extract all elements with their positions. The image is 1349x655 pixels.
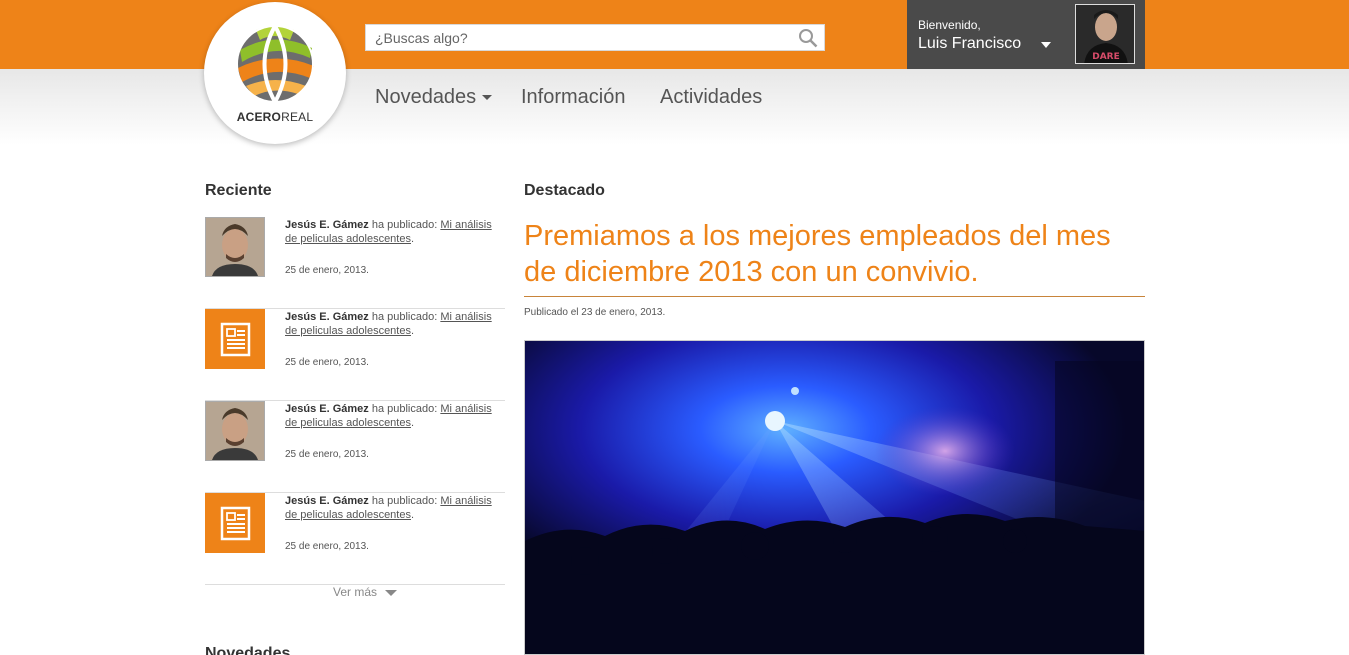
feed-item: Jesús E. Gámez ha publicado: Mi análisis…: [205, 309, 505, 401]
logo-wordmark: ACEROREAL: [204, 110, 346, 124]
globe-logo-icon: [236, 25, 314, 103]
feed-author[interactable]: Jesús E. Gámez: [285, 219, 369, 231]
news-section-title: Novedades: [205, 645, 291, 655]
recent-title: Reciente: [205, 182, 272, 199]
document-icon: [220, 322, 251, 357]
feed-action: ha publicado:: [368, 495, 441, 507]
site-logo[interactable]: ACEROREAL: [204, 2, 346, 144]
see-more-button[interactable]: Ver más: [333, 585, 398, 599]
feed-date: 25 de enero, 2013.: [285, 541, 369, 552]
feed-action: ha publicado:: [368, 219, 441, 231]
welcome-label: Bienvenido,: [918, 18, 981, 32]
featured-headline[interactable]: Premiamos a los mejores empleados del me…: [524, 218, 1144, 290]
search-box: [365, 24, 825, 51]
document-icon: [220, 506, 251, 541]
document-thumb[interactable]: [205, 309, 265, 369]
user-menu[interactable]: Bienvenido, Luis Francisco DARE: [907, 0, 1145, 69]
author-avatar[interactable]: [205, 217, 265, 277]
feed-date: 25 de enero, 2013.: [285, 265, 369, 276]
search-icon[interactable]: [798, 28, 818, 53]
nav-informacion[interactable]: Información: [521, 86, 626, 109]
feed-date: 25 de enero, 2013.: [285, 449, 369, 460]
username[interactable]: Luis Francisco: [918, 35, 1021, 53]
nav-novedades-label: Novedades: [375, 86, 477, 108]
nav-novedades[interactable]: Novedades: [375, 86, 493, 109]
feed-item: Jesús E. Gámez ha publicado: Mi análisis…: [205, 217, 505, 309]
feed-author[interactable]: Jesús E. Gámez: [285, 403, 369, 415]
featured-image[interactable]: [524, 340, 1145, 655]
feed-author[interactable]: Jesús E. Gámez: [285, 311, 369, 323]
feed-action: ha publicado:: [368, 311, 441, 323]
feed-item: Jesús E. Gámez ha publicado: Mi análisis…: [205, 401, 505, 493]
feed-text: Jesús E. Gámez ha publicado: Mi análisis…: [285, 311, 492, 337]
feed-text: Jesús E. Gámez ha publicado: Mi análisis…: [285, 403, 492, 429]
feed-date: 25 de enero, 2013.: [285, 357, 369, 368]
nav-actividades[interactable]: Actividades: [660, 86, 762, 109]
feed-author[interactable]: Jesús E. Gámez: [285, 495, 369, 507]
featured-title: Destacado: [524, 182, 605, 199]
divider: [524, 296, 1145, 297]
search-input[interactable]: [366, 25, 786, 50]
logo-text-light: REAL: [281, 110, 314, 124]
avatar-shirt-text: DARE: [1092, 52, 1120, 62]
feed-item: Jesús E. Gámez ha publicado: Mi análisis…: [205, 493, 505, 585]
feed-action: ha publicado:: [368, 403, 441, 415]
see-more-label: Ver más: [333, 585, 378, 599]
featured-date: Publicado el 23 de enero, 2013.: [524, 307, 666, 318]
caret-down-icon: [482, 95, 493, 101]
document-thumb[interactable]: [205, 493, 265, 553]
feed-text: Jesús E. Gámez ha publicado: Mi análisis…: [285, 495, 492, 521]
chevron-down-icon: [385, 589, 398, 596]
logo-text-bold: ACERO: [236, 110, 282, 124]
avatar[interactable]: DARE: [1075, 4, 1135, 64]
feed-text: Jesús E. Gámez ha publicado: Mi análisis…: [285, 219, 492, 245]
chevron-down-icon[interactable]: [1041, 42, 1051, 48]
author-avatar[interactable]: [205, 401, 265, 461]
